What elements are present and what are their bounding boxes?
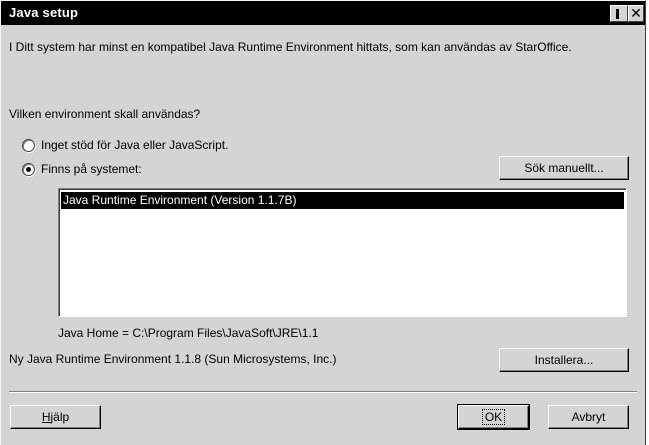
radio-system-java-label[interactable]: Finns på systemet: — [41, 162, 142, 176]
install-button[interactable]: Installera... — [499, 348, 629, 372]
close-button[interactable]: ✕ — [628, 5, 644, 22]
minimize-button[interactable] — [610, 5, 628, 22]
close-icon: ✕ — [630, 5, 642, 21]
window-title: Java setup — [9, 5, 79, 20]
search-manually-button[interactable]: Sök manuellt... — [499, 156, 629, 180]
radio-selected-dot — [26, 167, 31, 172]
ok-label: OK — [481, 409, 506, 425]
ok-button[interactable]: OK — [457, 404, 530, 430]
title-bar[interactable]: Java setup ✕ — [1, 1, 645, 25]
radio-system-java[interactable] — [22, 163, 35, 176]
minimize-icon — [616, 9, 619, 19]
found-jre-text: I Ditt system har minst en kompatibel Ja… — [9, 40, 572, 54]
java-setup-dialog: Java setup ✕ I Ditt system har minst en … — [0, 0, 646, 445]
radio-no-java[interactable] — [22, 139, 35, 152]
radio-no-java-label[interactable]: Inget stöd för Java eller JavaScript. — [41, 138, 228, 152]
separator-highlight — [9, 392, 637, 393]
java-home-text: Java Home = C:\Program Files\JavaSoft\JR… — [58, 326, 319, 340]
new-jre-text: Ny Java Runtime Environment 1.1.8 (Sun M… — [9, 352, 337, 366]
cancel-button[interactable]: Avbryt — [548, 405, 629, 429]
environment-question: Vilken environment skall användas? — [9, 107, 201, 121]
help-label-rest: jälp — [50, 410, 70, 424]
help-button[interactable]: Hjälp — [10, 405, 101, 429]
list-item[interactable]: Java Runtime Environment (Version 1.1.7B… — [61, 192, 624, 209]
environment-list[interactable]: Java Runtime Environment (Version 1.1.7B… — [58, 188, 627, 317]
